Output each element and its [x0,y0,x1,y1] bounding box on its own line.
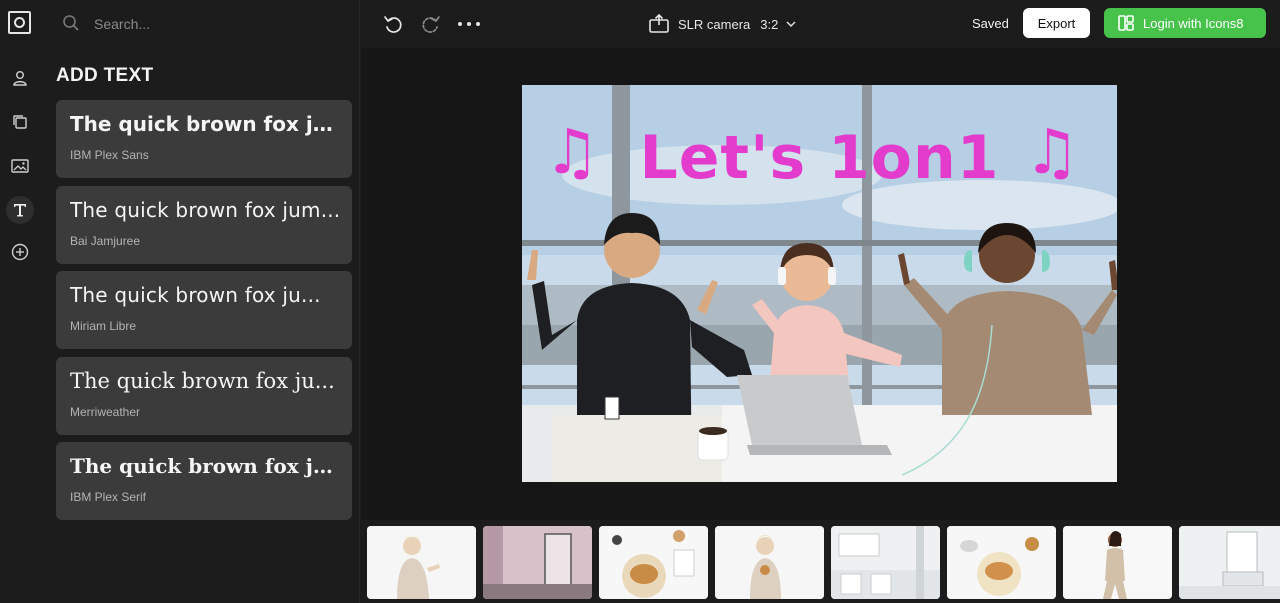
chevron-down-icon [786,21,796,27]
app-window: SLR camera 3:2 Saved Export Login with I… [0,0,1280,603]
redo-icon [422,16,440,33]
font-sample: The quick brown fox jum... [70,198,341,222]
rail-item-layers[interactable] [6,108,34,136]
camera-label: SLR camera [678,16,751,32]
add-icon [11,243,29,261]
undo-button[interactable] [380,11,406,37]
person-icon [13,71,27,86]
app-logo[interactable] [8,11,31,34]
share-icon [649,14,669,33]
font-name: Merriweather [70,405,141,419]
top-bar: SLR camera 3:2 Saved Export Login with I… [0,0,1280,48]
login-label: Login with Icons8 [1143,15,1244,31]
aspect-ratio: 3:2 [760,16,779,32]
search-input[interactable] [94,12,334,36]
text-icon [14,204,26,217]
font-name: IBM Plex Serif [70,490,147,504]
font-name: Bai Jamjuree [70,234,141,248]
redo-button[interactable] [418,11,444,37]
search-bar [40,0,360,48]
thumbnail-woman-eating[interactable] [715,526,824,599]
rail-item-people[interactable] [6,64,34,92]
save-status: Saved [972,16,1009,31]
font-card-miriam-libre[interactable]: The quick brown fox ju... Miriam Libre [56,271,352,349]
tool-rail [0,48,40,603]
music-note-right: ♫ [1024,115,1080,188]
font-sample: The quick brown fox ju... [70,369,335,393]
more-icon [458,22,480,26]
search-icon [63,15,79,31]
font-card-ibm-plex-serif[interactable]: The quick brown fox ju... IBM Plex Serif [56,442,352,520]
add-text-panel: ADD TEXT The quick brown fox ju... IBM P… [40,48,360,603]
font-card-ibm-plex-sans[interactable]: The quick brown fox ju... IBM Plex Sans [56,100,352,178]
rail-item-text[interactable] [6,196,34,224]
thumbnail-kitchen[interactable] [831,526,940,599]
more-options-button[interactable] [456,11,482,37]
login-button[interactable]: Login with Icons8 [1104,8,1266,38]
template-strip [361,520,1280,603]
icons8-logo-icon [1118,15,1134,31]
camera-selector[interactable]: SLR camera 3:2 [648,10,796,38]
font-card-bai-jamjuree[interactable]: The quick brown fox jum... Bai Jamjuree [56,186,352,264]
design-canvas[interactable]: ♫ Let's 1on1 ♫ [522,85,1117,482]
font-name: Miriam Libre [70,319,137,333]
image-icon [11,159,29,173]
export-button[interactable]: Export [1023,8,1090,38]
thumbnail-bathroom[interactable] [1179,526,1280,599]
font-sample: The quick brown fox ju... [70,112,342,136]
undo-icon [384,16,402,33]
thumbnail-pastries[interactable] [599,526,708,599]
rail-item-backgrounds[interactable] [6,152,34,180]
font-sample: The quick brown fox ju... [70,283,321,307]
font-name: IBM Plex Sans [70,148,149,162]
thumbnail-pink-room[interactable] [483,526,592,599]
thumbnail-woman-pointing[interactable] [367,526,476,599]
thumbnail-woman-dancing[interactable] [1063,526,1172,599]
layers-icon [13,115,27,129]
rail-item-add[interactable] [6,238,34,266]
font-sample: The quick brown fox ju... [70,454,342,478]
font-card-merriweather[interactable]: The quick brown fox ju... Merriweather [56,357,352,435]
thumbnail-croissant[interactable] [947,526,1056,599]
workspace: ♫ Let's 1on1 ♫ [361,48,1280,520]
panel-title: ADD TEXT [56,65,154,86]
